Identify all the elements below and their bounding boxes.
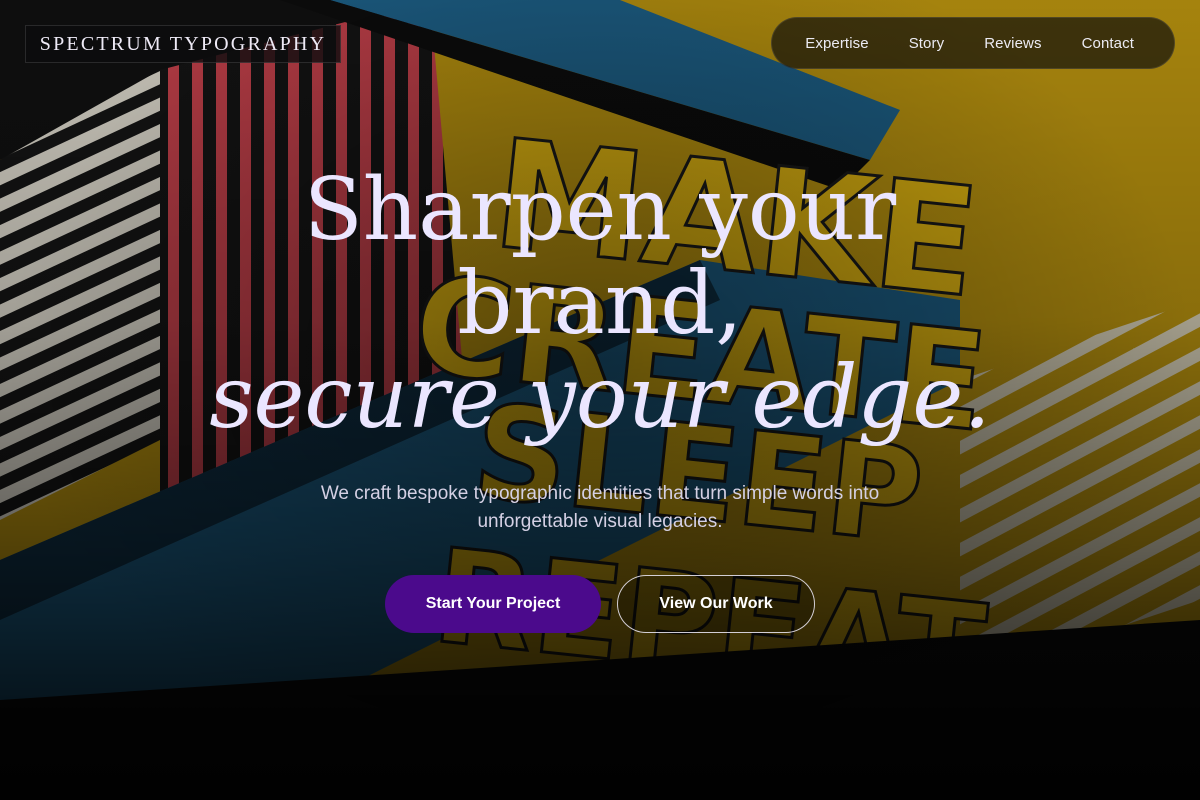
view-work-button[interactable]: View Our Work <box>617 575 815 633</box>
start-project-button[interactable]: Start Your Project <box>385 575 601 633</box>
nav-link-expertise[interactable]: Expertise <box>805 35 868 52</box>
hero-heading-line-3: secure your edge. <box>209 348 991 448</box>
nav-link-story[interactable]: Story <box>909 35 945 52</box>
main-navigation: Expertise Story Reviews Contact <box>771 17 1175 69</box>
hero-heading-line-2: brand, <box>457 254 743 354</box>
hero-subtitle: We craft bespoke typographic identities … <box>320 483 880 532</box>
hero-heading: Sharpen your brand, secure your edge. <box>0 163 1200 445</box>
hero-heading-line-1: Sharpen your <box>303 160 897 260</box>
brand-logo[interactable]: SPECTRUM TYPOGRAPHY <box>25 25 341 63</box>
nav-link-contact[interactable]: Contact <box>1082 35 1134 52</box>
nav-link-reviews[interactable]: Reviews <box>984 35 1041 52</box>
